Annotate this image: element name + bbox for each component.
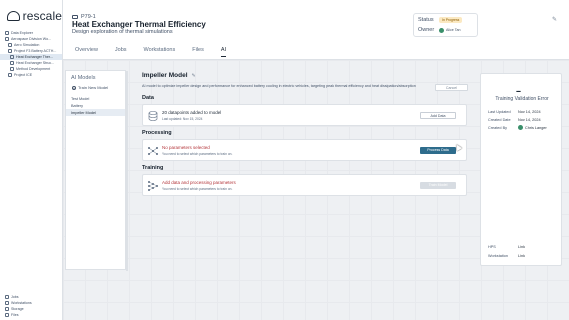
sidebar: rescale Data Explorer Aerospace Division…	[0, 0, 63, 320]
created-date-label: Created Date	[488, 118, 511, 122]
page-subtitle: Design exploration of thermal simulation…	[72, 29, 173, 35]
storage-icon	[5, 307, 9, 311]
section-data-heading: Data	[142, 95, 154, 101]
database-icon	[148, 111, 158, 121]
tab-files[interactable]: Files	[192, 47, 204, 57]
section-processing-heading: Processing	[142, 130, 172, 136]
owner-name[interactable]: Alice Tan	[446, 28, 461, 32]
file-icon	[5, 313, 9, 317]
validation-error-caption: Training Validation Error	[495, 96, 549, 102]
processing-card-subtitle: You need to select which parameters to t…	[162, 152, 233, 156]
ai-models-panel: AI Models + Train New Model Test Model B…	[65, 70, 128, 271]
avatar	[439, 28, 444, 33]
add-data-button[interactable]: Add Data	[420, 112, 456, 119]
folder-icon	[72, 15, 78, 19]
processing-card: No parameters selected You need to selec…	[142, 139, 467, 161]
project-header: P79-1 Heat Exchanger Thermal Efficiency …	[63, 0, 569, 60]
edit-pencil-icon[interactable]: ✎	[192, 73, 196, 79]
validation-error-value: --	[516, 86, 521, 96]
project-tabs: Overview Jobs Workstations Files AI	[75, 47, 227, 57]
hps-label: HPS	[488, 245, 496, 249]
tab-overview[interactable]: Overview	[75, 47, 98, 57]
status-owner-box: Status In Progress Owner Alice Tan	[413, 13, 478, 37]
model-metrics-panel: -- Training Validation Error Last Update…	[480, 73, 562, 266]
data-card-subtitle: Last updated: Nov 15, 2024	[162, 117, 203, 121]
neural-network-icon	[148, 181, 158, 191]
sidebar-item-files[interactable]: Files	[0, 312, 63, 318]
sidebar-item-project-ice[interactable]: Project ICE	[0, 72, 62, 78]
database-icon	[5, 31, 9, 35]
tab-workstations[interactable]: Workstations	[144, 47, 176, 57]
sidebar-bottom-nav: Jobs Workstations Storage Files	[0, 294, 63, 318]
model-description: AI model to optimize impeller design and…	[142, 84, 416, 88]
file-icon	[10, 67, 14, 71]
model-title-row: Impeller Model ✎	[142, 72, 468, 79]
model-title: Impeller Model	[142, 72, 188, 79]
training-card-subtitle: You need to select which parameters to t…	[162, 187, 233, 191]
train-model-button[interactable]: Train Model	[420, 182, 456, 189]
owner-label: Owner	[418, 27, 435, 33]
file-icon	[10, 55, 14, 59]
last-updated-label: Last Updated	[488, 110, 511, 114]
status-label: Status	[418, 17, 434, 23]
training-card-title: Add data and processing parameters	[162, 180, 236, 185]
model-item-impeller[interactable]: Impeller Model	[66, 109, 125, 116]
data-card: 20 datapoints added to model Last update…	[142, 104, 467, 126]
model-item-test[interactable]: Test Model	[66, 95, 125, 102]
process-data-button[interactable]: Process Data	[420, 147, 456, 154]
rescale-logo-icon	[7, 11, 20, 21]
created-date-value: Nov 14, 2024	[518, 118, 541, 122]
workstation-label: Workstation	[488, 254, 508, 258]
model-item-battery[interactable]: Battery	[66, 102, 125, 109]
monitor-icon	[5, 301, 9, 305]
logo-text: rescale	[22, 9, 62, 23]
created-by-value[interactable]: Chris Langer	[518, 125, 547, 130]
processing-card-title: No parameters selected	[162, 145, 210, 150]
training-card: Add data and processing parameters You n…	[142, 174, 467, 196]
network-icon	[148, 147, 158, 155]
train-new-model-button[interactable]: + Train New Model	[66, 81, 125, 90]
logo[interactable]: rescale	[0, 0, 62, 24]
page-title: Heat Exchanger Thermal Efficiency	[72, 20, 206, 29]
status-badge[interactable]: In Progress	[439, 17, 463, 23]
folder-icon	[8, 43, 12, 47]
model-detail: Impeller Model ✎ Cancel AI model to opti…	[138, 72, 468, 196]
tab-jobs[interactable]: Jobs	[115, 47, 127, 57]
folder-icon	[5, 37, 9, 41]
plus-icon: +	[72, 85, 76, 90]
created-by-label: Created By	[488, 126, 507, 130]
workstation-link[interactable]: Link	[518, 254, 525, 258]
file-icon	[10, 61, 14, 65]
jobs-icon	[5, 295, 9, 299]
last-updated-value: Nov 14, 2024	[518, 110, 541, 114]
edit-pencil-icon[interactable]: ✎	[552, 16, 557, 23]
section-training-heading: Training	[142, 165, 164, 171]
avatar	[518, 125, 523, 130]
cancel-button[interactable]: Cancel	[435, 84, 468, 91]
data-card-title: 20 datapoints added to model	[162, 110, 222, 115]
tab-ai[interactable]: AI	[220, 47, 227, 57]
ai-models-title: AI Models	[71, 75, 96, 81]
panel-scrollbar[interactable]	[126, 71, 128, 271]
folder-icon	[8, 49, 12, 53]
folder-icon	[8, 73, 12, 77]
hps-link[interactable]: Link	[518, 245, 525, 249]
